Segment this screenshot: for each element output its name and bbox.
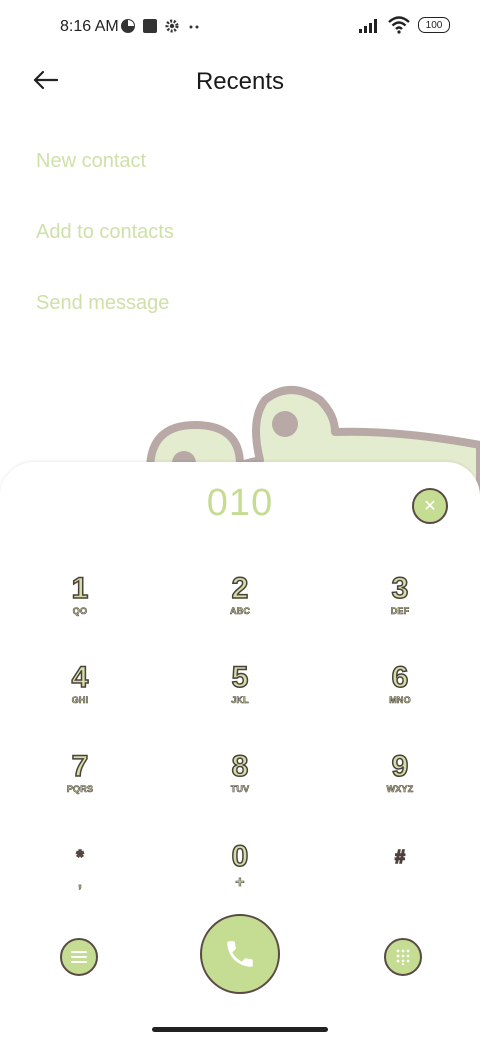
dialer-sheet: 010 ✕ 1 QO 2 ABC 3 DEF 4 GHI 5 JKL 6 MNO (0, 462, 480, 1040)
key-letters: , (77, 874, 83, 891)
battery-icon: 100 (418, 17, 450, 33)
page-title: Recents (195, 68, 285, 95)
header: Recents (0, 56, 480, 106)
voicemail-icon: QO (72, 606, 88, 617)
action-list: New contact Add to contacts Send message (36, 146, 174, 359)
status-time: 8:16 AM (60, 18, 119, 35)
keypad-toggle-button[interactable] (384, 938, 422, 976)
menu-icon (71, 951, 87, 963)
send-message-link[interactable]: Send message (36, 288, 174, 359)
dialer-bottom-row (0, 914, 480, 1004)
clear-button[interactable]: ✕ (412, 488, 448, 524)
key-hash[interactable]: # (340, 840, 460, 920)
phone-icon (227, 941, 253, 967)
add-to-contacts-link[interactable]: Add to contacts (36, 217, 174, 288)
dialed-number: 010 (206, 482, 274, 524)
key-digit: 0 (231, 839, 249, 874)
key-letters: MNO (389, 695, 411, 706)
key-star[interactable]: * , (20, 840, 140, 920)
key-letters: ABC (229, 606, 251, 617)
key-digit: 7 (71, 749, 89, 784)
signal-icon (359, 19, 377, 33)
key-digit: # (394, 846, 406, 868)
key-8[interactable]: 8 TUV (180, 749, 300, 830)
key-digit: 6 (391, 660, 409, 695)
app-icon (121, 19, 135, 33)
key-letters: DEF (390, 606, 410, 617)
key-digit: 8 (231, 749, 249, 784)
key-1[interactable]: 1 QO (20, 571, 140, 652)
new-contact-link[interactable]: New contact (36, 146, 174, 217)
dialpad-icon (396, 949, 410, 965)
key-6[interactable]: 6 MNO (340, 660, 460, 741)
close-icon: ✕ (423, 498, 437, 515)
key-5[interactable]: 5 JKL (180, 660, 300, 741)
key-letters: + (235, 874, 245, 892)
key-digit: 4 (71, 660, 89, 695)
key-digit: 2 (231, 571, 249, 606)
key-letters: GHI (71, 695, 89, 706)
key-digit: 9 (391, 749, 409, 784)
stop-icon (143, 19, 157, 33)
status-icons-right: 100 (358, 16, 450, 34)
key-2[interactable]: 2 ABC (180, 571, 300, 652)
key-digit: 5 (231, 660, 249, 695)
key-letters: WXYZ (386, 784, 414, 795)
key-digit: * (76, 846, 85, 868)
key-digit: 1 (71, 571, 89, 606)
status-icons-left (120, 18, 202, 34)
key-digit: 3 (391, 571, 409, 606)
key-letters: TUV (230, 784, 250, 795)
menu-button[interactable] (60, 938, 98, 976)
key-0[interactable]: 0 + (180, 839, 300, 920)
key-9[interactable]: 9 WXYZ (340, 749, 460, 830)
key-letters: PQRS (66, 784, 94, 795)
call-button[interactable] (200, 914, 280, 994)
status-bar: 8:16 AM 100 (0, 0, 480, 56)
home-indicator[interactable] (152, 1027, 328, 1032)
key-3[interactable]: 3 DEF (340, 571, 460, 652)
key-7[interactable]: 7 PQRS (20, 749, 140, 830)
key-letters: JKL (231, 695, 249, 706)
key-4[interactable]: 4 GHI (20, 660, 140, 741)
battery-level: 100 (425, 19, 443, 31)
wifi-icon (388, 16, 410, 34)
more-dots-icon (189, 25, 199, 29)
gear-icon (165, 19, 179, 33)
